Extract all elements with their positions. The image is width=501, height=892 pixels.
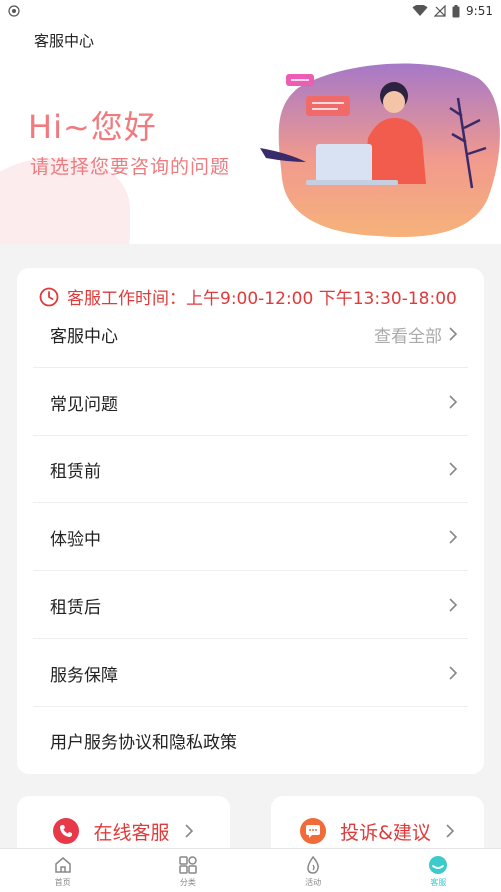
list-item-label: 租赁后 — [50, 597, 101, 618]
list-item-label: 用户服务协议和隐私政策 — [50, 733, 237, 753]
online-service-label: 在线客服 — [93, 821, 170, 844]
service-center-section-row[interactable]: 客服中心 查看全部 — [33, 301, 468, 368]
service-center-card: 客服工作时间：上午9:00-12:00 下午13:30-18:00 客服中心 查… — [17, 268, 484, 774]
tab-label: 首页 — [54, 877, 71, 887]
page-header: 客服中心 — [0, 22, 501, 58]
chevron-right-icon — [449, 666, 458, 680]
service-banner: Hi~您好 请选择您要咨询的问题 — [0, 58, 501, 244]
home-icon — [52, 854, 74, 876]
activity-icon — [302, 854, 324, 876]
banner-subtitle: 请选择您要咨询的问题 — [30, 156, 231, 178]
list-item-in-trial[interactable]: 体验中 — [33, 504, 468, 571]
chevron-right-icon — [449, 530, 458, 544]
list-item-user-agreement[interactable]: 用户服务协议和隐私政策 — [33, 707, 468, 774]
customer-service-illustration — [260, 63, 500, 238]
list-item-faq[interactable]: 常见问题 — [33, 369, 468, 436]
tab-home[interactable]: 首页 — [0, 849, 125, 892]
tab-label: 客服 — [430, 877, 447, 887]
message-icon — [300, 818, 327, 844]
list-item-before-rental[interactable]: 租赁前 — [33, 436, 468, 503]
bottom-tab-bar: 首页 分类 活动 客服 — [0, 848, 501, 892]
service-icon — [427, 854, 449, 876]
list-item-label: 体验中 — [50, 529, 101, 550]
section-title: 客服中心 — [50, 326, 118, 347]
tab-activity[interactable]: 活动 — [251, 849, 376, 892]
complaint-label: 投诉&建议 — [340, 821, 431, 844]
status-time: 9:51 — [466, 4, 493, 18]
chevron-right-icon — [449, 327, 458, 341]
chevron-right-icon — [184, 824, 193, 838]
tab-service[interactable]: 客服 — [376, 849, 501, 892]
tab-category[interactable]: 分类 — [125, 849, 250, 892]
chevron-right-icon — [449, 462, 458, 476]
shield-status-icon — [8, 5, 20, 17]
view-all-link[interactable]: 查看全部 — [374, 322, 468, 347]
wifi-icon — [412, 5, 428, 16]
no-signal-icon — [434, 5, 446, 17]
status-bar: 9:51 — [0, 0, 501, 22]
tab-label: 活动 — [305, 877, 322, 887]
view-all-label: 查看全部 — [374, 326, 442, 347]
tab-label: 分类 — [179, 877, 196, 887]
list-item-service-guarantee[interactable]: 服务保障 — [33, 640, 468, 707]
page-title: 客服中心 — [34, 32, 95, 50]
chevron-right-icon — [449, 598, 458, 612]
category-icon — [177, 854, 199, 876]
list-item-label: 租赁前 — [50, 461, 101, 482]
phone-icon — [53, 818, 80, 844]
banner-greeting: Hi~您好 — [28, 108, 157, 146]
chevron-right-icon — [449, 395, 458, 409]
list-item-after-rental[interactable]: 租赁后 — [33, 572, 468, 639]
chevron-right-icon — [446, 824, 455, 838]
list-item-label: 常见问题 — [50, 394, 118, 415]
battery-icon — [452, 4, 460, 17]
list-item-label: 服务保障 — [50, 665, 118, 686]
